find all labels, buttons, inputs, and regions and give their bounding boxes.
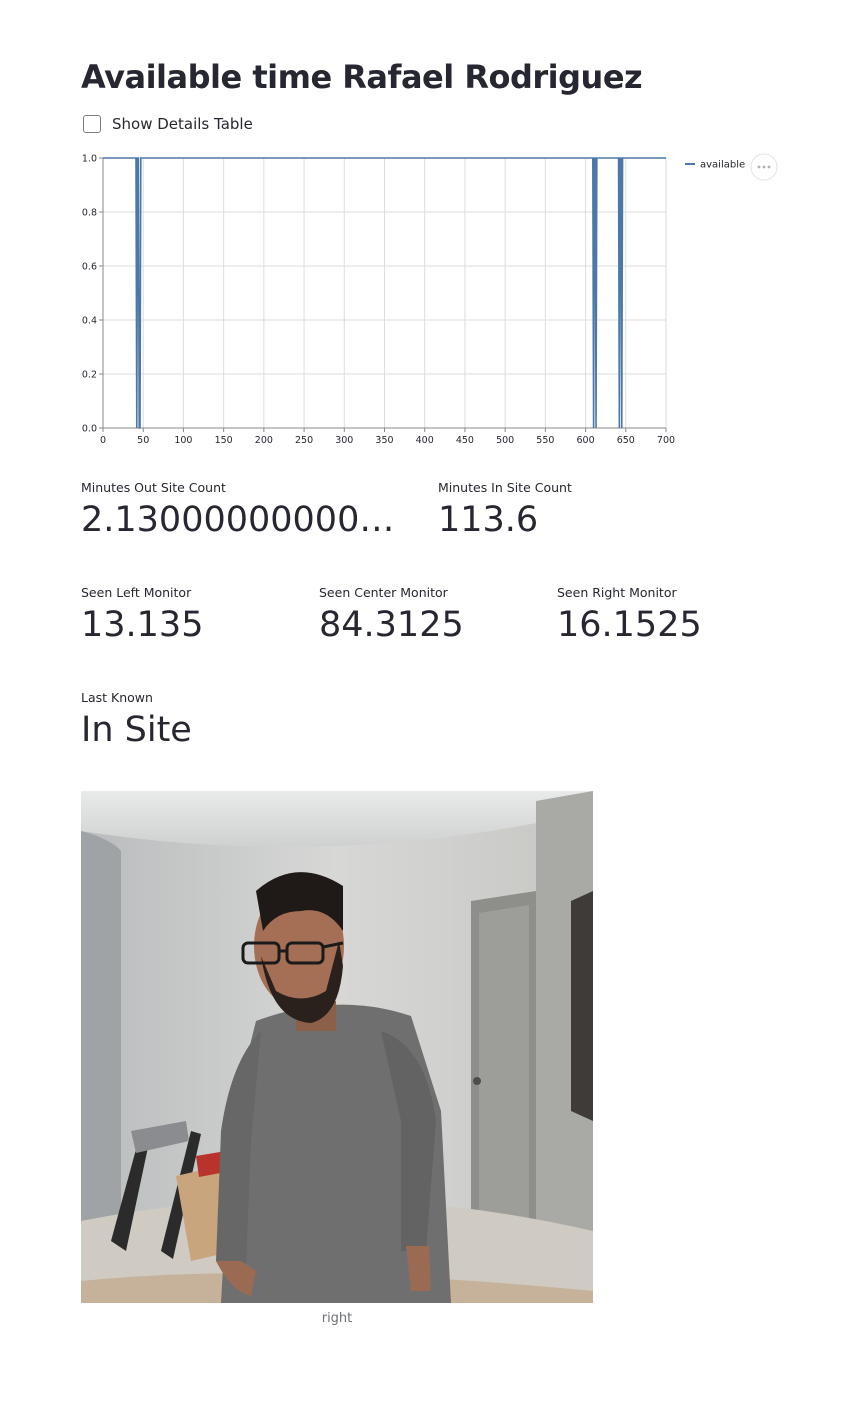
metric-value: 113.6 — [438, 500, 539, 540]
x-tick-label: 250 — [295, 435, 313, 446]
x-tick-label: 550 — [536, 435, 554, 446]
x-tick-label: 700 — [657, 435, 675, 446]
image-caption: right — [321, 1311, 353, 1326]
x-tick-label: 100 — [174, 435, 192, 446]
metric-label: Seen Right Monitor — [557, 585, 677, 600]
y-tick-label: 0.4 — [82, 316, 97, 327]
x-tick-label: 450 — [456, 435, 474, 446]
metric-label: Seen Center Monitor — [319, 585, 448, 600]
metric-label: Last Known — [81, 690, 153, 705]
y-tick-label: 1.0 — [82, 154, 97, 165]
metric-seen-left: Seen Left Monitor 13.135 — [81, 585, 301, 646]
metric-label: Seen Left Monitor — [81, 585, 192, 600]
x-tick-label: 350 — [375, 435, 393, 446]
show-details-label: Show Details Table — [112, 115, 253, 133]
x-tick-label: 150 — [215, 435, 233, 446]
camera-image — [81, 791, 593, 1303]
metric-value: In Site — [81, 710, 192, 750]
app-page: Available time Rafael Rodriguez Show Det… — [0, 0, 844, 1414]
metric-label: Minutes Out Site Count — [81, 480, 226, 495]
metric-value: 16.1525 — [557, 605, 702, 645]
metric-minutes-in: Minutes In Site Count 113.6 — [438, 480, 768, 541]
x-tick-label: 50 — [137, 435, 149, 446]
y-tick-label: 0.2 — [82, 370, 97, 381]
x-tick-label: 400 — [416, 435, 434, 446]
legend-label: available — [700, 160, 745, 171]
y-tick-label: 0.8 — [82, 208, 97, 219]
chart-actions-menu-icon[interactable] — [750, 153, 778, 181]
chart-svg: 0 50 100 150 200 250 300 350 400 450 500 550 600 650 7… — [82, 153, 778, 446]
metric-seen-right: Seen Right Monitor 16.1525 — [557, 585, 777, 646]
x-tick-label: 200 — [255, 435, 273, 446]
camera-image-svg — [81, 791, 593, 1303]
metric-last-known: Last Known In Site — [81, 690, 411, 751]
x-tick-label: 0 — [100, 435, 106, 446]
page-title: Available time Rafael Rodriguez — [81, 58, 643, 96]
x-tick-label: 300 — [335, 435, 353, 446]
show-details-checkbox[interactable]: Show Details Table — [83, 115, 253, 133]
y-tick-label: 0.0 — [82, 424, 97, 435]
y-tick-label: 0.6 — [82, 262, 97, 273]
checkbox-icon[interactable] — [83, 115, 101, 133]
metric-label: Minutes In Site Count — [438, 480, 572, 495]
x-tick-label: 500 — [496, 435, 514, 446]
metric-minutes-out: Minutes Out Site Count 2.130000000000... — [81, 480, 411, 541]
metric-value: 13.135 — [81, 605, 204, 645]
metric-seen-center: Seen Center Monitor 84.3125 — [319, 585, 539, 646]
metric-value: 84.3125 — [319, 605, 464, 645]
availability-chart: 0 50 100 150 200 250 300 350 400 450 500 550 600 650 7… — [75, 148, 795, 453]
metric-value: 2.130000000000... — [81, 500, 411, 540]
x-tick-label: 600 — [577, 435, 595, 446]
x-tick-label: 650 — [617, 435, 635, 446]
